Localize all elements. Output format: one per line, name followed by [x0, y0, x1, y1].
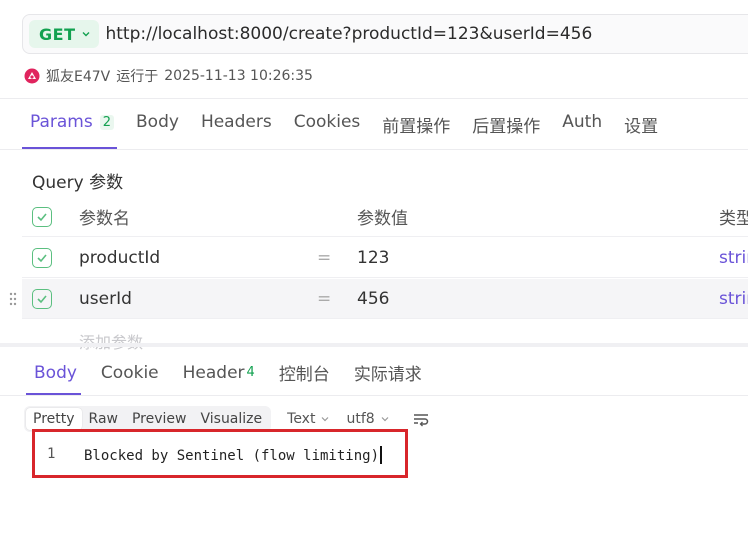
tab-body[interactable]: Body [136, 112, 179, 132]
param-name[interactable]: productId [79, 248, 160, 268]
query-title: Query 参数 [32, 173, 124, 193]
response-body-code[interactable]: Blocked by Sentinel (flow limiting) [84, 446, 383, 464]
chevron-down-icon [381, 417, 389, 422]
run-timestamp: 2025-11-13 10:26:35 [164, 68, 313, 84]
tab-auth[interactable]: Auth [562, 112, 602, 132]
tab-response-body[interactable]: Body [34, 360, 77, 385]
tab-label: Params [30, 112, 93, 132]
url-input[interactable]: http://localhost:8000/create?productId=1… [105, 24, 592, 44]
header-name: 参数名 [79, 209, 130, 229]
tab-label: 设置 [624, 117, 659, 137]
param-name[interactable]: userId [79, 289, 132, 309]
table-row[interactable]: userId = 456 strin [9, 279, 748, 319]
format-label: Text [287, 411, 316, 427]
encoding-label: utf8 [346, 411, 375, 427]
tab-headers[interactable]: Headers [201, 112, 272, 132]
header-value: 参数值 [357, 209, 408, 229]
drag-handle-icon[interactable] [9, 292, 17, 306]
format-select[interactable]: Text [287, 411, 330, 427]
response-tabs: Body Cookie Header 4 控制台 实际请求 [34, 360, 446, 386]
view-preview[interactable]: Preview [125, 408, 194, 430]
run-label: 运行于 [116, 69, 159, 85]
line-number: 1 [47, 446, 56, 462]
tab-count-badge: 2 [99, 114, 115, 130]
tab-label: Body [34, 362, 77, 383]
tab-actual-request[interactable]: 实际请求 [354, 360, 422, 385]
tab-label: Headers [200, 112, 272, 132]
tab-response-header[interactable]: Header 4 [183, 360, 255, 385]
param-type[interactable]: strin [719, 248, 748, 268]
tab-count-badge: 4 [246, 365, 255, 380]
check-icon [37, 212, 47, 221]
param-eq: = [317, 247, 332, 268]
run-user: 狐友E47V [46, 69, 111, 85]
tab-label: Cookie [100, 362, 159, 383]
request-tabs: Params 2 Body Headers Cookies 前置操作 后置操作 … [30, 112, 680, 150]
check-icon [37, 294, 47, 303]
tab-label: 后置操作 [472, 117, 541, 137]
select-all-checkbox[interactable] [32, 206, 52, 227]
url-bar: GET http://localhost:8000/create?product… [22, 14, 748, 54]
view-raw[interactable]: Raw [82, 408, 125, 430]
run-info: 狐友E47V 运行于 2025-11-13 10:26:35 [24, 66, 313, 86]
tab-label: 实际请求 [353, 365, 422, 385]
method-label: GET [39, 24, 76, 44]
header-type: 类型 [719, 209, 748, 229]
check-icon [37, 253, 47, 262]
tab-console[interactable]: 控制台 [279, 360, 330, 385]
tab-label: Header [182, 362, 245, 383]
params-header-row: 参数名 参数值 类型 [22, 197, 748, 237]
param-eq: = [317, 288, 332, 309]
word-wrap-icon[interactable] [412, 411, 430, 427]
text-caret [380, 446, 383, 464]
tab-params[interactable]: Params 2 [30, 112, 115, 132]
param-value[interactable]: 456 [357, 289, 389, 309]
tab-label: Auth [562, 112, 603, 132]
tab-post-operations[interactable]: 后置操作 [472, 112, 540, 137]
response-text: Blocked by Sentinel (flow limiting) [84, 448, 380, 464]
tab-label: Body [136, 112, 179, 132]
divider [0, 149, 748, 150]
tab-label: 前置操作 [382, 117, 451, 137]
row-checkbox[interactable] [32, 288, 52, 309]
tab-settings[interactable]: 设置 [624, 112, 658, 137]
user-avatar-icon [24, 68, 40, 84]
divider [0, 395, 748, 396]
param-type[interactable]: strin [719, 289, 748, 309]
divider [0, 98, 748, 99]
param-value[interactable]: 123 [357, 248, 389, 268]
tab-label: 控制台 [278, 365, 330, 385]
view-pretty[interactable]: Pretty [26, 408, 82, 430]
method-select[interactable]: GET [29, 20, 100, 48]
encoding-select[interactable]: utf8 [346, 411, 389, 427]
tab-label: Cookies [293, 112, 361, 132]
tab-pre-operations[interactable]: 前置操作 [382, 112, 450, 137]
chevron-down-icon [322, 417, 329, 422]
tab-response-cookie[interactable]: Cookie [101, 360, 159, 385]
add-param-input[interactable]: 添加参数 [79, 329, 143, 353]
view-visualize[interactable]: Visualize [193, 408, 269, 430]
tab-cookies[interactable]: Cookies [294, 112, 361, 132]
panel-splitter[interactable] [0, 343, 748, 347]
table-row[interactable]: productId = 123 strin [22, 238, 748, 278]
row-checkbox[interactable] [32, 247, 52, 268]
chevron-down-icon [82, 32, 90, 37]
